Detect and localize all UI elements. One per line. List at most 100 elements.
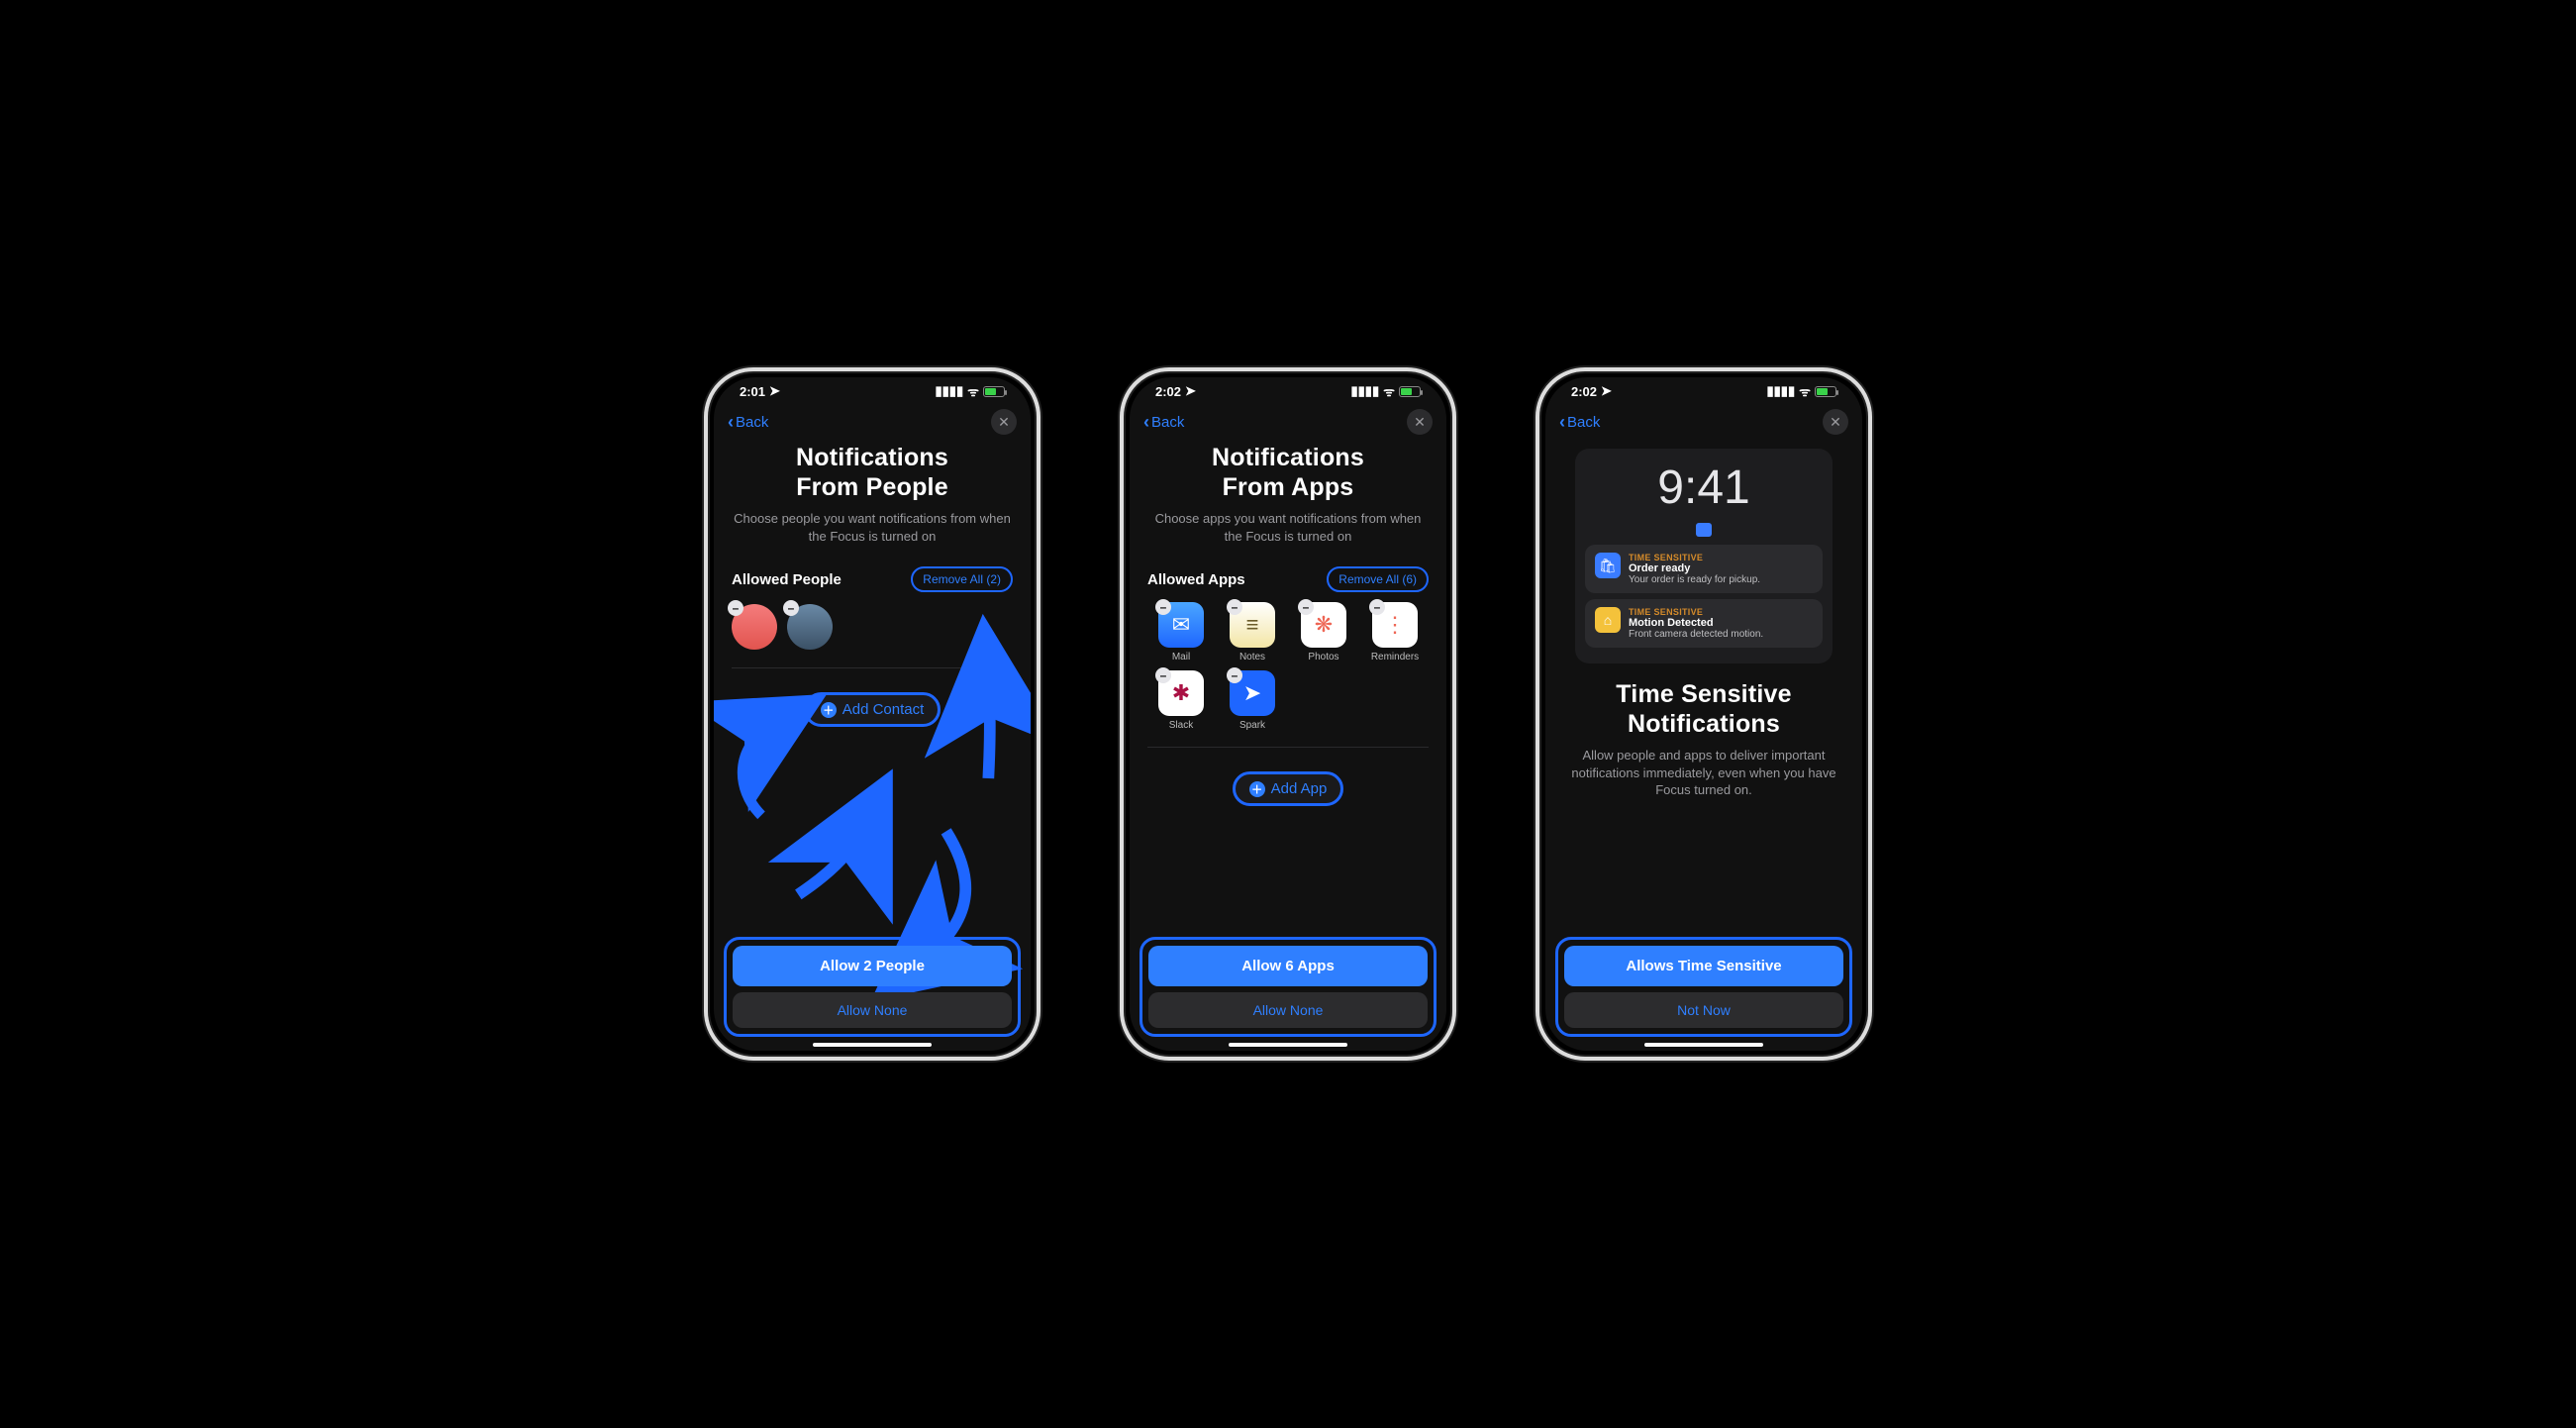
app-icon: –➤ [1230, 670, 1275, 716]
screen: 2:01➤ ▮▮▮▮ᯤ ‹Back ✕ NotificationsFrom Pe… [714, 377, 1031, 1051]
remove-all-button[interactable]: Remove All (6) [1327, 566, 1429, 592]
plus-icon: ＋ [1249, 781, 1265, 797]
add-app-button[interactable]: ＋ Add App [1233, 771, 1344, 806]
allowed-app[interactable]: –✱ Slack [1147, 670, 1215, 731]
allowed-app[interactable]: –≡ Notes [1219, 602, 1286, 663]
remove-all-button[interactable]: Remove All (2) [911, 566, 1013, 592]
remove-contact-icon[interactable]: – [783, 600, 799, 616]
divider [732, 667, 1013, 668]
app-icon: –✱ [1158, 670, 1204, 716]
notification-tag: TIME SENSITIVE [1629, 607, 1813, 617]
allow-apps-button[interactable]: Allow 6 Apps [1148, 946, 1428, 986]
remove-app-icon[interactable]: – [1227, 599, 1242, 615]
close-button[interactable]: ✕ [1407, 409, 1433, 435]
chevron-left-icon: ‹ [1143, 412, 1149, 433]
battery-icon [1399, 386, 1421, 397]
close-button[interactable]: ✕ [1823, 409, 1848, 435]
wifi-icon: ᯤ [967, 382, 979, 400]
phone-time-sensitive: 2:02 ➤ ▮▮▮▮ᯤ ‹Back ✕ 9:41 🛍 TIME SENSITIVE… [1536, 367, 1872, 1061]
back-button[interactable]: ‹Back [728, 412, 768, 433]
status-time: 2:02 [1571, 384, 1597, 399]
allow-none-button[interactable]: Allow None [733, 992, 1012, 1028]
page-subtitle: Choose people you want notifications fro… [732, 510, 1013, 545]
back-button[interactable]: ‹Back [1143, 412, 1184, 433]
not-now-button[interactable]: Not Now [1564, 992, 1843, 1028]
location-icon: ➤ [769, 383, 780, 399]
remove-app-icon[interactable]: – [1155, 599, 1171, 615]
allowed-app[interactable]: –✉︎ Mail [1147, 602, 1215, 663]
close-icon: ✕ [1830, 414, 1841, 431]
app-icon: –✉︎ [1158, 602, 1204, 648]
preview-time: 9:41 [1585, 460, 1823, 515]
divider [1147, 747, 1429, 748]
allowed-app[interactable]: –⋮Reminders [1361, 602, 1429, 663]
home-indicator[interactable] [1644, 1043, 1763, 1047]
navbar: ‹Back ✕ [714, 401, 1031, 443]
allowed-app[interactable]: –➤ Spark [1219, 670, 1286, 731]
status-time: 2:02 [1155, 384, 1181, 399]
status-bar: 2:01 ➤ ▮▮▮▮ᯤ [714, 377, 1031, 401]
status-bar: 2:02➤ ▮▮▮▮ᯤ [1130, 377, 1446, 401]
footer-buttons: Allow 2 People Allow None [724, 937, 1021, 1037]
chevron-left-icon: ‹ [1559, 412, 1565, 433]
wifi-icon: ᯤ [1799, 382, 1811, 400]
back-button[interactable]: ‹Back [1559, 412, 1600, 433]
home-indicator[interactable] [1229, 1043, 1347, 1047]
signal-icon: ▮▮▮▮ [936, 383, 964, 399]
remove-contact-icon[interactable]: – [728, 600, 743, 616]
remove-app-icon[interactable]: – [1155, 667, 1171, 683]
chevron-left-icon: ‹ [728, 412, 734, 433]
remove-app-icon[interactable]: – [1227, 667, 1242, 683]
notification-title: Order ready [1629, 562, 1813, 574]
phone-apps: 2:02➤ ▮▮▮▮ᯤ ‹Back ✕ NotificationsFrom Ap… [1120, 367, 1456, 1061]
notification-app-icon: ⌂ [1595, 607, 1621, 633]
allow-none-button[interactable]: Allow None [1148, 992, 1428, 1028]
back-label: Back [736, 414, 768, 431]
location-icon: ➤ [1601, 383, 1612, 399]
lockscreen-preview: 9:41 🛍TIME SENSITIVEOrder readyYour orde… [1575, 449, 1833, 663]
close-icon: ✕ [998, 414, 1010, 431]
notification-app-icon: 🛍 [1595, 553, 1621, 578]
back-label: Back [1567, 414, 1600, 431]
notification-title: Motion Detected [1629, 617, 1813, 629]
home-indicator[interactable] [813, 1043, 932, 1047]
app-icon: –≡ [1230, 602, 1275, 648]
preview-notification: 🛍 TIME SENSITIVEOrder readyYour order is … [1585, 545, 1823, 593]
status-bar: 2:02 ➤ ▮▮▮▮ᯤ [1545, 377, 1862, 401]
close-button[interactable]: ✕ [991, 409, 1017, 435]
close-icon: ✕ [1414, 414, 1426, 431]
allowed-apps-label: Allowed Apps [1147, 571, 1245, 588]
footer-buttons: Allow 6 Apps Allow None [1139, 937, 1437, 1037]
notification-body: Your order is ready for pickup. [1629, 574, 1813, 585]
add-contact-button[interactable]: ＋ Add Contact [804, 692, 941, 727]
allow-people-button[interactable]: Allow 2 People [733, 946, 1012, 986]
plus-icon: ＋ [821, 702, 837, 718]
preview-notification: ⌂ TIME SENSITIVEMotion DetectedFront came… [1585, 599, 1823, 648]
back-label: Back [1151, 414, 1184, 431]
app-label: Notes [1239, 652, 1265, 663]
status-time: 2:01 [740, 384, 765, 399]
app-label: Slack [1169, 720, 1193, 731]
phone-people: 2:01➤ ▮▮▮▮ᯤ ‹Back ✕ NotificationsFrom Pe… [704, 367, 1040, 1061]
notification-tag: TIME SENSITIVE [1629, 553, 1813, 562]
signal-icon: ▮▮▮▮ [1767, 383, 1796, 399]
remove-app-icon[interactable]: – [1298, 599, 1314, 615]
page-title: NotificationsFrom Apps [1147, 443, 1429, 502]
app-label: Mail [1172, 652, 1190, 663]
notification-body: Front camera detected motion. [1629, 629, 1813, 640]
allowed-contact[interactable]: – [732, 604, 777, 650]
app-label: Spark [1239, 720, 1265, 731]
app-icon: –⋮ [1372, 602, 1418, 648]
page-subtitle: Allow people and apps to deliver importa… [1563, 747, 1844, 799]
page-title: Time SensitiveNotifications [1563, 679, 1844, 739]
allow-time-sensitive-button[interactable]: Allows Time Sensitive [1564, 946, 1843, 986]
footer-buttons: Allows Time Sensitive Not Now [1555, 937, 1852, 1037]
preview-chip-icon [1696, 523, 1712, 537]
battery-icon [983, 386, 1005, 397]
battery-icon [1815, 386, 1836, 397]
app-icon: –❋ [1301, 602, 1346, 648]
allowed-app[interactable]: –❋ Photos [1290, 602, 1357, 663]
app-label: Photos [1308, 652, 1338, 663]
allowed-contact[interactable]: – [787, 604, 833, 650]
remove-app-icon[interactable]: – [1369, 599, 1385, 615]
